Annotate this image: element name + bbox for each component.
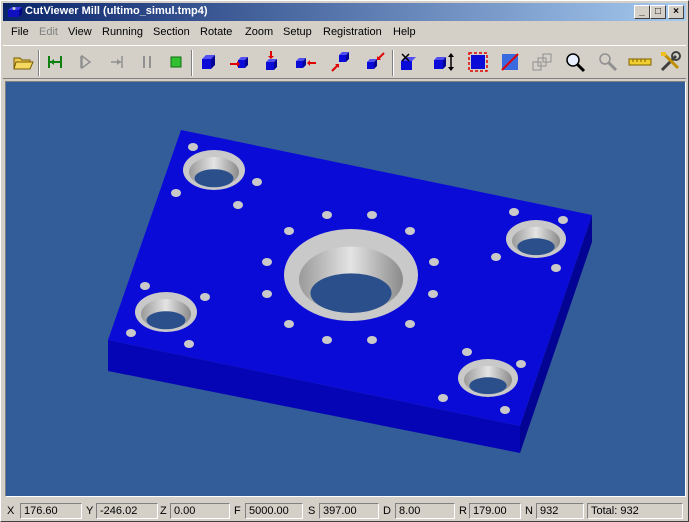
bolt-hole	[516, 360, 526, 368]
bolt-hole	[184, 340, 194, 348]
bolt-hole	[284, 227, 294, 235]
status-x-label: X	[7, 505, 15, 517]
counterbore-hole-top-left-through	[194, 169, 234, 188]
step-icon[interactable]	[105, 50, 129, 74]
status-r-label: R	[459, 505, 467, 517]
status-f-label: F	[234, 505, 241, 517]
counterbore-hole-bottom-left	[135, 292, 197, 332]
section-x-icon[interactable]	[397, 50, 421, 74]
bolt-hole	[140, 282, 150, 290]
bolt-hole	[262, 258, 272, 266]
status-d-value: 8.00	[395, 503, 455, 519]
title-bar[interactable]: CutViewer Mill (ultimo_simul.tmp4) _ □ ×	[3, 3, 686, 21]
status-z-value: 0.00	[170, 503, 230, 519]
toolbar	[3, 45, 686, 79]
open-folder-icon[interactable]	[11, 50, 35, 74]
pause-icon[interactable]	[135, 50, 159, 74]
menu-rotate[interactable]: Rotate	[200, 26, 232, 38]
view-iso-icon[interactable]	[196, 50, 220, 74]
bolt-hole	[500, 406, 510, 414]
bolt-hole	[126, 329, 136, 337]
status-r-value: 179.00	[469, 503, 521, 519]
counterbore-hole-top-left	[183, 150, 245, 190]
status-bar: X 176.60 Y -246.02 Z 0.00 F 5000.00 S 39…	[3, 501, 686, 521]
bolt-hole	[367, 336, 377, 344]
bolt-hole	[509, 208, 519, 216]
bolt-hole	[462, 348, 472, 356]
view-rotate-back-icon[interactable]	[363, 50, 387, 74]
bolt-hole	[558, 216, 568, 224]
bolt-hole	[252, 178, 262, 186]
measure-icon[interactable]	[596, 50, 620, 74]
bolt-hole	[322, 336, 332, 344]
bolt-hole	[322, 211, 332, 219]
bolt-hole	[551, 264, 561, 272]
menu-bar: File Edit View Running Section Rotate Zo…	[3, 23, 686, 42]
window-title: CutViewer Mill (ultimo_simul.tmp4)	[25, 5, 208, 17]
bolt-hole	[171, 189, 181, 197]
zoom-all-icon[interactable]	[530, 50, 554, 74]
bolt-hole	[429, 258, 439, 266]
counterbore-hole-top-right	[506, 220, 566, 258]
app-icon	[8, 7, 22, 17]
menu-file[interactable]: File	[11, 26, 29, 38]
app-window: CutViewer Mill (ultimo_simul.tmp4) _ □ ×…	[0, 0, 689, 522]
status-s-value: 397.00	[319, 503, 379, 519]
menu-setup[interactable]: Setup	[283, 26, 312, 38]
section-fit-icon[interactable]	[431, 50, 455, 74]
status-n-value: 932	[536, 503, 584, 519]
workpiece-render	[6, 82, 685, 496]
stop-icon[interactable]	[164, 50, 188, 74]
status-s-label: S	[308, 505, 316, 517]
bolt-hole	[367, 211, 377, 219]
status-total: Total: 932	[587, 503, 683, 519]
bolt-hole	[428, 290, 438, 298]
status-y-value: -246.02	[96, 503, 158, 519]
menu-help[interactable]: Help	[393, 26, 416, 38]
tools-icon[interactable]	[658, 50, 682, 74]
bolt-hole	[200, 293, 210, 301]
menu-zoom[interactable]: Zoom	[245, 26, 273, 38]
status-d-label: D	[383, 505, 391, 517]
view-rotate-iso-icon[interactable]	[329, 50, 353, 74]
counterbore-hole-top-right-through	[517, 238, 555, 256]
bolt-hole	[262, 290, 272, 298]
menu-edit[interactable]: Edit	[39, 26, 58, 38]
bolt-hole	[438, 394, 448, 402]
status-x-value: 176.60	[20, 503, 82, 519]
menu-section[interactable]: Section	[153, 26, 190, 38]
menu-view[interactable]: View	[68, 26, 92, 38]
ruler-icon[interactable]	[628, 50, 652, 74]
minimize-button[interactable]: _	[634, 5, 650, 19]
menu-running[interactable]: Running	[102, 26, 143, 38]
view-right-icon[interactable]	[293, 50, 317, 74]
zoom-window-icon[interactable]	[466, 50, 490, 74]
view-top-icon[interactable]	[259, 50, 283, 74]
view-front-icon[interactable]	[228, 50, 252, 74]
3d-viewport[interactable]	[5, 81, 686, 497]
maximize-button[interactable]: □	[650, 5, 666, 19]
counterbore-hole-bottom-right-through	[469, 377, 507, 395]
bolt-hole	[491, 253, 501, 261]
menu-registration[interactable]: Registration	[323, 26, 382, 38]
center-bore-through	[310, 273, 392, 313]
bolt-hole	[284, 320, 294, 328]
status-n-label: N	[525, 505, 533, 517]
zoom-icon[interactable]	[563, 50, 587, 74]
bolt-hole	[188, 143, 198, 151]
close-button[interactable]: ×	[668, 5, 684, 19]
rewind-icon[interactable]	[43, 50, 67, 74]
bolt-hole	[405, 320, 415, 328]
center-bore	[284, 229, 418, 321]
status-y-label: Y	[86, 505, 94, 517]
counterbore-hole-bottom-left-through	[146, 311, 186, 330]
zoom-extents-icon[interactable]	[498, 50, 522, 74]
counterbore-hole-bottom-right	[458, 359, 518, 397]
status-f-value: 5000.00	[245, 503, 303, 519]
play-icon[interactable]	[73, 50, 97, 74]
status-z-label: Z	[160, 505, 167, 517]
bolt-hole	[405, 227, 415, 235]
bolt-hole	[233, 201, 243, 209]
